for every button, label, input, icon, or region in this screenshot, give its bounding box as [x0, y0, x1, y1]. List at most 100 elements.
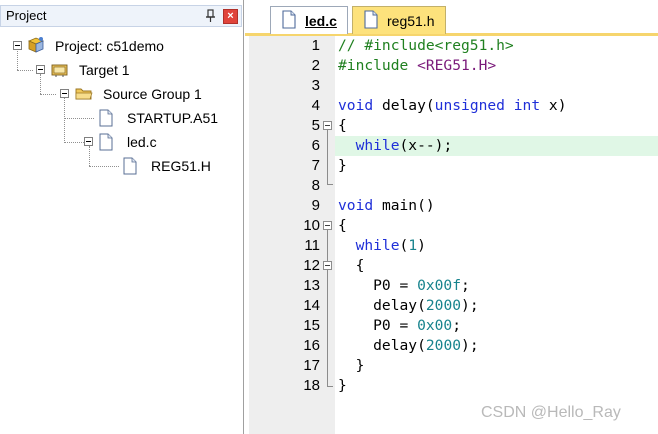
code-line[interactable]: 13 P0 = 0x00f; [249, 276, 658, 296]
code-line[interactable]: 10 { [249, 216, 658, 236]
code-number: 0x00f [417, 277, 462, 294]
tree-node-file[interactable]: STARTUP.A51 [0, 108, 240, 128]
code-number: 0x00 [417, 317, 453, 334]
line-number: 18 [303, 377, 320, 394]
tree-node-project[interactable]: Project: c51demo [0, 36, 240, 56]
code-line[interactable]: 5 { [249, 116, 658, 136]
line-number: 10 [303, 217, 320, 234]
line-number: 3 [311, 77, 320, 94]
code-text: while(x--); [338, 136, 453, 156]
line-number: 4 [311, 97, 320, 114]
line-number: 14 [303, 297, 320, 314]
code-token: delay( [338, 337, 426, 354]
code-number: 1 [408, 237, 418, 254]
folder-icon [74, 85, 94, 108]
code-text: P0 = 0x00; [338, 316, 461, 336]
tab-label: led.c [305, 13, 337, 29]
code-keyword: void [338, 197, 374, 214]
code-line-active[interactable]: 6 while(x--); [249, 136, 658, 156]
code-keyword: while [355, 237, 400, 254]
fold-toggle-icon[interactable] [323, 121, 332, 130]
tree-node-target[interactable]: Target 1 [0, 60, 240, 80]
line-number: 7 [311, 157, 320, 174]
code-text: { [338, 117, 347, 134]
code-token: ); [461, 337, 479, 354]
code-token: ; [461, 277, 470, 294]
tree-node-file[interactable]: led.c [0, 132, 240, 152]
code-line[interactable]: 7 } [249, 156, 658, 176]
code-line[interactable]: 14 delay(2000); [249, 296, 658, 316]
code-keyword: void [338, 97, 374, 114]
code-line[interactable]: 17 } [249, 356, 658, 376]
code-include-file: <REG51.H> [417, 57, 497, 74]
project-icon [26, 36, 46, 59]
code-comment: // #include<reg51.h> [338, 37, 514, 54]
line-number: 2 [311, 57, 320, 74]
pin-icon[interactable] [204, 9, 218, 23]
line-number: 17 [303, 357, 320, 374]
code-text: #include <REG51.H> [338, 56, 496, 76]
line-number: 9 [311, 197, 320, 214]
code-token: P0 = [338, 317, 418, 334]
close-icon[interactable]: × [223, 9, 238, 24]
tree-label-group: Source Group 1 [103, 86, 202, 102]
fold-toggle-icon[interactable] [323, 221, 332, 230]
tree-node-header-file[interactable]: REG51.H [0, 156, 240, 176]
code-line[interactable]: 16 delay(2000); [249, 336, 658, 356]
code-editor[interactable]: 1 // #include<reg51.h> 2 #include <REG51… [249, 36, 658, 434]
code-text: // #include<reg51.h> [338, 36, 514, 56]
line-number: 5 [311, 117, 320, 134]
project-panel-header: Project × [0, 5, 242, 27]
code-token: P0 = [338, 277, 418, 294]
collapse-toggle[interactable] [36, 65, 45, 74]
code-line[interactable]: 18 } [249, 376, 658, 396]
code-text: delay(2000); [338, 296, 479, 316]
fold-toggle-icon[interactable] [323, 261, 332, 270]
code-keyword: int [513, 97, 541, 114]
code-number: 2000 [425, 337, 462, 354]
tree-node-group[interactable]: Source Group 1 [0, 84, 240, 104]
code-line[interactable]: 4 void delay(unsigned int x) [249, 96, 658, 116]
file-icon [98, 133, 114, 156]
tab-reg51-h[interactable]: reg51.h [352, 6, 446, 34]
collapse-toggle[interactable] [13, 41, 22, 50]
collapse-toggle[interactable] [84, 137, 93, 146]
project-tree: Project: c51demo Target 1 Source Group 1… [0, 28, 242, 434]
line-number: 6 [311, 137, 320, 154]
code-preprocessor: #include [338, 57, 418, 74]
code-line[interactable]: 12 { [249, 256, 658, 276]
tab-led-c[interactable]: led.c [270, 6, 348, 34]
code-text: } [338, 357, 365, 374]
code-text: { [338, 257, 365, 274]
code-token: ; [452, 317, 462, 334]
file-icon [281, 10, 297, 37]
panel-title: Project [6, 8, 47, 23]
code-line[interactable]: 2 #include <REG51.H> [249, 56, 658, 76]
code-text: } [338, 157, 347, 174]
code-line[interactable]: 1 // #include<reg51.h> [249, 36, 658, 56]
tree-label-file: led.c [127, 134, 157, 150]
code-text: delay(2000); [338, 336, 479, 356]
code-keyword: while [355, 137, 400, 154]
code-token: ); [461, 297, 479, 314]
code-line[interactable]: 11 while(1) [249, 236, 658, 256]
file-icon [122, 157, 138, 180]
code-line[interactable]: 9 void main() [249, 196, 658, 216]
line-number: 8 [311, 177, 320, 194]
code-keyword: unsigned [434, 97, 505, 114]
code-line[interactable]: 8 [249, 176, 658, 196]
line-number: 11 [304, 237, 320, 254]
watermark: CSDN @Hello_Ray [481, 404, 621, 421]
line-number: 12 [303, 257, 320, 274]
line-number: 15 [303, 317, 320, 334]
file-icon [363, 10, 379, 37]
code-number: 2000 [425, 297, 462, 314]
code-line[interactable]: 15 P0 = 0x00; [249, 316, 658, 336]
code-line[interactable]: 3 [249, 76, 658, 96]
collapse-toggle[interactable] [60, 89, 69, 98]
code-text: void delay(unsigned int x) [338, 96, 566, 116]
code-token: main() [373, 197, 435, 214]
project-panel: Project × Project: c51demo Target 1 Sour… [0, 0, 244, 434]
